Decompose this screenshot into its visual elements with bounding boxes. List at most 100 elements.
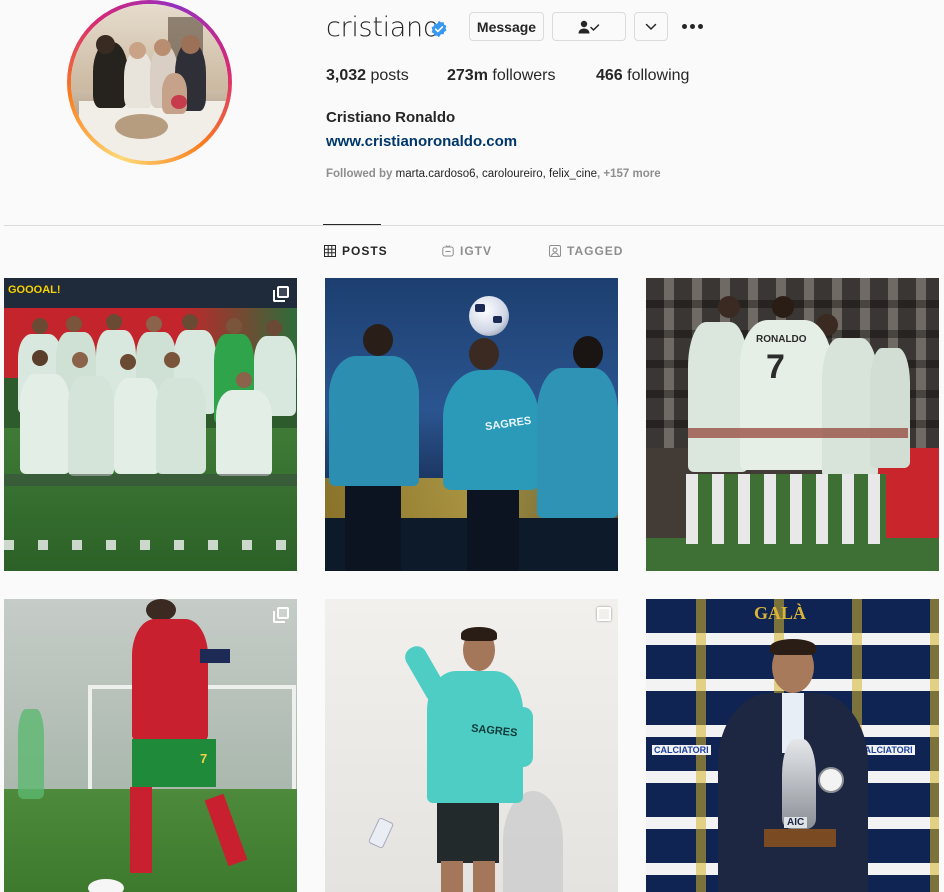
player-head [236, 372, 252, 388]
player-head [66, 316, 82, 332]
player-head [718, 296, 740, 318]
message-button[interactable]: Message [469, 12, 544, 41]
posts-count: 3,032 posts [326, 67, 409, 85]
shorts-number: 7 [200, 751, 208, 766]
carousel-icon [273, 286, 289, 302]
carousel-icon [273, 607, 289, 623]
followers-count[interactable]: 273m followers [447, 67, 556, 85]
header-divider [4, 225, 944, 226]
ball-pattern [475, 304, 485, 312]
dot [690, 23, 695, 29]
player-legs [686, 474, 886, 544]
post-thumbnail[interactable]: GALÀ CALCIATORI CALCIATORI AIC [646, 599, 939, 892]
goalkeeper-blur [18, 709, 44, 799]
teammate-head [573, 336, 603, 370]
profile-username: cristiano [326, 12, 440, 43]
ball-pattern [493, 316, 502, 323]
carousel-icon-front [277, 607, 289, 619]
followed-by-more: +157 more [603, 168, 661, 180]
dot [698, 23, 703, 29]
shirt-name: RONALDO [756, 334, 807, 345]
tab-posts[interactable]: POSTS [324, 244, 388, 258]
igtv-icon [442, 245, 454, 257]
profile-website-link[interactable]: www.cristianoronaldo.com [326, 133, 517, 150]
player-body [68, 376, 114, 476]
following-button[interactable] [552, 12, 626, 41]
player-head [146, 599, 176, 621]
player-body [216, 390, 272, 476]
post-thumbnail[interactable]: RONALDO 7 [646, 278, 939, 571]
following-count[interactable]: 466 following [596, 67, 689, 85]
soccer-ball [469, 296, 509, 336]
followed-by-comma: , [597, 168, 601, 180]
active-tab-indicator [323, 224, 381, 225]
player-head [469, 338, 499, 370]
boots-row [4, 540, 297, 550]
gala-title: GALÀ [754, 603, 807, 623]
tab-tagged-label: TAGGED [567, 244, 624, 258]
trophy-base [764, 829, 836, 847]
post-thumbnail[interactable]: SAGRES [325, 278, 618, 571]
trophy [782, 739, 816, 829]
verified-badge-icon [431, 20, 447, 38]
carousel-icon-front [277, 286, 289, 298]
player-head [32, 318, 48, 334]
profile-avatar[interactable] [67, 0, 232, 165]
chevron-down-icon [645, 23, 657, 30]
player-leg [441, 861, 463, 892]
dot [682, 23, 687, 29]
profile-full-name: Cristiano Ronaldo [326, 109, 456, 126]
player-hair [770, 639, 816, 655]
player-head [120, 354, 136, 370]
player-head [772, 296, 794, 318]
player-sock [130, 787, 152, 873]
tab-igtv[interactable]: IGTV [442, 244, 492, 258]
backdrop-text: CALCIATORI [652, 745, 711, 755]
tab-tagged[interactable]: TAGGED [549, 244, 623, 258]
player-head [72, 352, 88, 368]
player-body [688, 322, 748, 472]
trophy-plaque: AIC [784, 817, 808, 828]
player-leg [473, 861, 495, 892]
player-head [182, 314, 198, 330]
post-thumbnail[interactable]: 7 [4, 599, 297, 892]
tab-posts-label: POSTS [342, 244, 388, 258]
player-jersey [132, 619, 208, 741]
trophy-ball [818, 767, 844, 793]
tagged-icon [549, 245, 561, 257]
following-count-value: 466 [596, 67, 623, 84]
carousel-icon [597, 607, 611, 621]
player-head [164, 352, 180, 368]
posts-count-label: posts [370, 67, 409, 84]
player-shorts [437, 803, 499, 863]
post-thumbnail[interactable]: SAGRES [325, 599, 618, 892]
shirt-number: 7 [766, 348, 785, 386]
player-head [32, 350, 48, 366]
suggestions-dropdown-button[interactable] [634, 12, 668, 41]
player-head [146, 316, 162, 332]
player-head [226, 318, 242, 334]
player-shorts [467, 490, 519, 571]
player-hair [461, 627, 497, 641]
teammate-body [329, 356, 419, 486]
player-body [156, 378, 206, 474]
shorts-row [4, 474, 297, 486]
banner-text: GOOOAL! [8, 284, 61, 296]
followed-by-names: marta.cardoso6, caroloureiro, felix_cine [395, 168, 598, 180]
player-head [106, 314, 122, 330]
person-check-icon [578, 20, 600, 33]
followed-by-prefix: Followed by [326, 168, 393, 180]
grid-icon [324, 245, 336, 257]
tab-igtv-label: IGTV [460, 244, 493, 258]
teammate-shorts [345, 486, 401, 571]
posts-count-value: 3,032 [326, 67, 367, 84]
followed-by-text[interactable]: Followed by marta.cardoso6, caroloureiro… [326, 168, 661, 180]
following-count-label: following [627, 67, 690, 84]
player-body [870, 348, 910, 468]
player-shadow [503, 791, 563, 892]
followers-count-label: followers [492, 67, 556, 84]
player-head [266, 320, 282, 336]
post-thumbnail[interactable]: GOOOAL! [4, 278, 297, 571]
more-options-icon[interactable] [682, 16, 706, 36]
avatar-photo [71, 4, 228, 161]
